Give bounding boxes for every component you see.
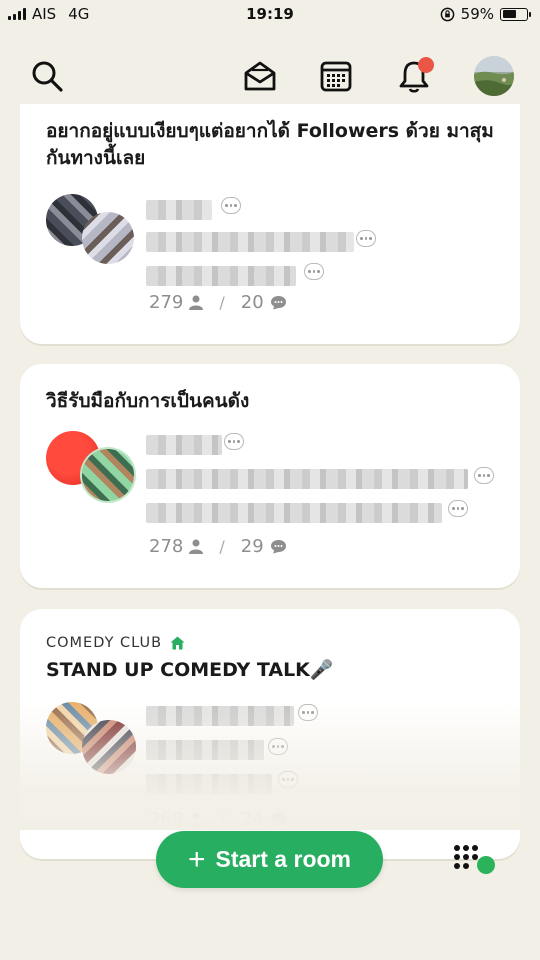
speaker-count: 20	[240, 292, 264, 313]
room-card[interactable]: อยากอยู่แบบเงียบๆแต่อยากได้ Followers ด้…	[20, 104, 520, 344]
speaker-avatar	[82, 212, 134, 264]
speaking-bubble-icon	[278, 771, 298, 788]
speaker-name-redacted	[146, 706, 294, 726]
status-bar: AIS 4G 19:19 59%	[0, 0, 540, 30]
speaker-avatar	[82, 449, 134, 501]
plus-icon: +	[187, 842, 206, 876]
chat-bubble-icon	[270, 540, 286, 554]
speaking-bubble-icon	[304, 263, 324, 280]
bell-icon[interactable]	[394, 56, 434, 96]
person-icon	[189, 295, 204, 310]
speaking-bubble-icon	[448, 500, 468, 517]
status-right: 59%	[440, 5, 531, 23]
separator: /	[219, 537, 225, 556]
speaking-bubble-icon	[356, 230, 376, 247]
speaker-avatar	[82, 720, 136, 774]
speaker-name-redacted	[146, 774, 272, 794]
speaker-name-redacted	[146, 435, 222, 455]
person-icon	[189, 812, 204, 827]
room-title: อยากอยู่แบบเงียบๆแต่อยากได้ Followers ด้…	[46, 120, 494, 169]
top-nav	[0, 48, 540, 108]
battery-icon	[500, 7, 531, 21]
profile-avatar[interactable]	[474, 56, 514, 96]
speaking-bubble-icon	[224, 433, 244, 450]
room-stats: 278 / 29	[149, 536, 287, 557]
envelope-icon[interactable]	[240, 56, 280, 96]
speaker-name-redacted	[146, 200, 212, 220]
speaking-bubble-icon	[221, 197, 241, 214]
speaking-bubble-icon	[298, 704, 318, 721]
start-room-label: Start a room	[215, 846, 351, 872]
speaking-bubble-icon	[268, 738, 288, 755]
chat-bubble-icon	[270, 813, 286, 827]
room-title: STAND UP COMEDY TALK🎤	[46, 659, 334, 681]
speaker-count: 24	[240, 809, 264, 830]
notification-dot	[418, 57, 434, 73]
room-card[interactable]: วิธีรับมือกับการเป็นคนดัง 278 / 29	[20, 364, 520, 588]
calendar-icon[interactable]	[316, 56, 356, 96]
speaker-name-redacted	[146, 503, 442, 523]
chat-bubble-icon	[270, 296, 286, 310]
listener-count: 269	[149, 809, 184, 830]
listener-count: 278	[149, 536, 184, 557]
speaking-bubble-icon	[474, 467, 494, 484]
room-stats: 279 / 20	[149, 292, 287, 313]
room-stats: 269 / 24	[149, 809, 287, 830]
speaker-name-redacted	[146, 232, 354, 252]
search-icon[interactable]	[27, 56, 67, 96]
orientation-lock-icon	[440, 7, 454, 21]
battery-percent: 59%	[460, 5, 494, 23]
home-icon	[170, 636, 185, 650]
club-name: COMEDY CLUB	[46, 635, 163, 651]
battery-level	[502, 10, 517, 18]
room-title: วิธีรับมือกับการเป็นคนดัง	[46, 390, 250, 412]
separator: /	[219, 810, 225, 829]
start-room-button[interactable]: + Start a room	[156, 831, 383, 888]
speaker-count: 29	[240, 536, 264, 557]
speaker-list	[46, 698, 494, 818]
room-card[interactable]: COMEDY CLUB STAND UP COMEDY TALK🎤 269 / …	[20, 609, 520, 859]
online-users-grid-icon[interactable]	[452, 843, 496, 875]
speaker-name-redacted	[146, 469, 468, 489]
speaker-list	[46, 186, 494, 306]
club-row: COMEDY CLUB	[46, 635, 494, 651]
person-icon	[189, 539, 204, 554]
speaker-list	[46, 429, 494, 549]
speaker-name-redacted	[146, 740, 264, 760]
separator: /	[219, 293, 225, 312]
listener-count: 279	[149, 292, 184, 313]
speaker-name-redacted	[146, 266, 296, 286]
